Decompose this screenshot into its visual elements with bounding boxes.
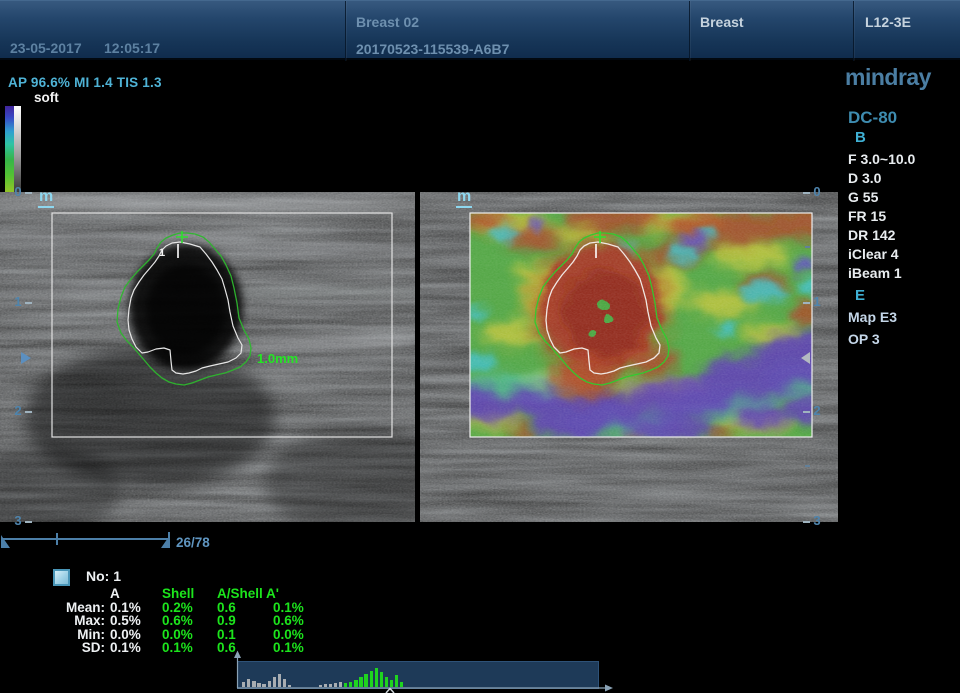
e-mode-parameter: Map E3 bbox=[848, 306, 897, 328]
ultrasound-screen: 23-05-2017 12:05:17 Breast 02 20170523-1… bbox=[0, 0, 960, 693]
table-value: 0.6 bbox=[217, 601, 265, 615]
table-value: 0.1 bbox=[217, 628, 265, 642]
ruler-tick-right bbox=[803, 302, 810, 304]
table-value: 0.1% bbox=[107, 641, 159, 655]
table-value: 0.2% bbox=[159, 601, 217, 615]
elasto-scale-soft-label: soft bbox=[34, 90, 59, 105]
ruler-minor-tick bbox=[805, 246, 810, 248]
cine-start-marker-icon bbox=[1, 535, 10, 548]
b-mode-parameter: DR 142 bbox=[848, 226, 915, 245]
study-name: Breast 02 bbox=[356, 14, 419, 30]
table-value: 0.1% bbox=[107, 601, 159, 615]
table-value: 0.0% bbox=[159, 628, 217, 642]
e-params: Map E3OP 3 bbox=[848, 306, 897, 350]
x-axis-arrow-icon bbox=[605, 685, 613, 692]
b-params: F 3.0~10.0D 3.0G 55FR 15DR 142iClear 4iB… bbox=[848, 150, 915, 283]
histogram-axes bbox=[230, 648, 622, 693]
b-mode-image bbox=[0, 192, 415, 522]
table-value: 0.1% bbox=[159, 641, 217, 655]
ruler-tick-right bbox=[803, 192, 810, 194]
column-header: A/Shell bbox=[217, 587, 265, 601]
b-mode-parameter: FR 15 bbox=[848, 207, 915, 226]
study-id: 20170523-115539-A6B7 bbox=[356, 41, 509, 57]
histogram-cursor-icon bbox=[386, 689, 394, 693]
table-value: 0.6% bbox=[265, 614, 325, 628]
measurement-table: AShellA/ShellA'Mean:0.1%0.2%0.60.1%Max:0… bbox=[30, 587, 325, 655]
y-axis-arrow-icon bbox=[234, 651, 241, 659]
titlebar-divider bbox=[689, 1, 690, 61]
b-mode-parameter: iBeam 1 bbox=[848, 264, 915, 283]
b-mode-parameter: D 3.0 bbox=[848, 169, 915, 188]
focus-marker-icon-left bbox=[21, 352, 31, 364]
cine-position-marker-icon[interactable] bbox=[161, 535, 170, 548]
system-model: DC-80 bbox=[848, 108, 897, 128]
ruler-label-right: 3 bbox=[812, 515, 822, 527]
row-label: Mean: bbox=[30, 601, 107, 615]
column-header: Shell bbox=[159, 587, 217, 601]
ruler-label-right: 1 bbox=[812, 296, 822, 308]
row-label: SD: bbox=[30, 641, 107, 655]
titlebar-divider bbox=[853, 1, 854, 61]
table-value: 0.0% bbox=[107, 628, 159, 642]
measurement-number: No: 1 bbox=[86, 568, 121, 584]
table-value: 0.1% bbox=[265, 601, 325, 615]
b-mode-parameter: G 55 bbox=[848, 188, 915, 207]
row-label: Min: bbox=[30, 628, 107, 642]
measurement-number-label: No: bbox=[86, 568, 109, 584]
e-mode-parameter: OP 3 bbox=[848, 328, 897, 350]
table-value: 0.6% bbox=[159, 614, 217, 628]
titlebar-divider bbox=[345, 1, 346, 61]
ruler-tick-left bbox=[25, 411, 32, 413]
row-label: Max: bbox=[30, 614, 107, 628]
table-value: 0.5% bbox=[107, 614, 159, 628]
shell-distance-label: 1.0mm bbox=[257, 351, 298, 366]
table-corner bbox=[30, 587, 107, 601]
exam-date: 23-05-2017 bbox=[10, 40, 82, 56]
elasto-color-map bbox=[456, 204, 838, 442]
mindray-logo: mindray bbox=[845, 64, 931, 91]
caliper-number-label: 1 bbox=[159, 247, 165, 259]
ruler-label-right: 0 bbox=[812, 186, 822, 198]
ruler-label-left: 1 bbox=[13, 296, 23, 308]
ruler-minor-tick bbox=[805, 465, 810, 467]
ruler-tick-right bbox=[803, 521, 810, 523]
table-value: 0.9 bbox=[217, 614, 265, 628]
b-mode-section-label: B bbox=[855, 129, 866, 146]
ruler-label-right: 2 bbox=[812, 405, 822, 417]
column-header: A bbox=[107, 587, 159, 601]
measurement-number-value: 1 bbox=[113, 568, 121, 584]
title-bar: 23-05-2017 12:05:17 Breast 02 20170523-1… bbox=[0, 0, 960, 60]
b-mode-parameter: F 3.0~10.0 bbox=[848, 150, 915, 169]
orientation-mark-right: m bbox=[456, 189, 472, 208]
elastography-image bbox=[420, 192, 838, 522]
e-mode-section-label: E bbox=[855, 287, 865, 304]
column-header: A' bbox=[265, 587, 325, 601]
exam-preset: Breast bbox=[700, 14, 744, 30]
ruler-label-left: 2 bbox=[13, 405, 23, 417]
ruler-tick-right bbox=[803, 411, 810, 413]
acoustic-power-readout: AP 96.6% MI 1.4 TIS 1.3 bbox=[8, 75, 162, 90]
b-mode-parameter: iClear 4 bbox=[848, 245, 915, 264]
frame-counter: 26/78 bbox=[176, 535, 210, 550]
exam-time: 12:05:17 bbox=[104, 40, 160, 56]
ruler-tick-left bbox=[25, 302, 32, 304]
probe-name: L12-3E bbox=[865, 14, 911, 30]
ruler-label-left: 3 bbox=[13, 515, 23, 527]
orientation-mark-left: m bbox=[38, 189, 54, 208]
focus-marker-icon-right bbox=[801, 352, 810, 364]
table-value: 0.0% bbox=[265, 628, 325, 642]
ruler-tick-left bbox=[25, 521, 32, 523]
ruler-tick-left bbox=[25, 192, 32, 194]
ruler-label-left: 0 bbox=[13, 186, 23, 198]
measurement-checkbox[interactable] bbox=[53, 569, 70, 586]
